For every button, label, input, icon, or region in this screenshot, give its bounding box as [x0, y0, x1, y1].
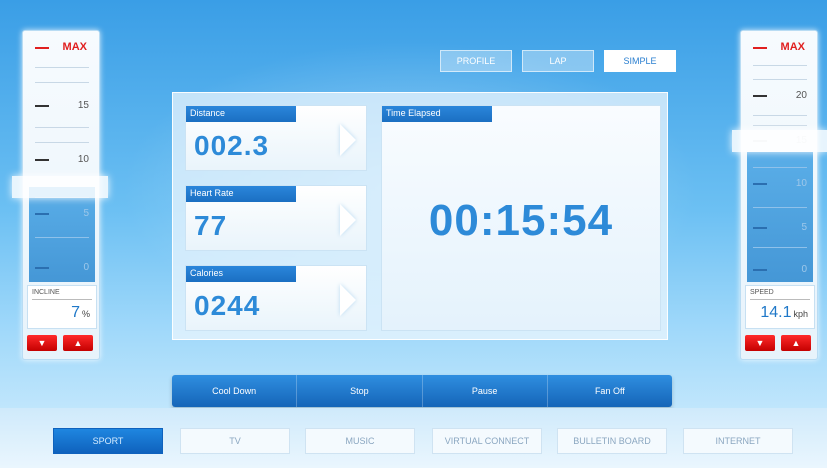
calories-value: 0244 — [194, 290, 261, 321]
speed-tick-label: 5 — [801, 222, 807, 233]
speed-tick-label: 20 — [795, 90, 807, 101]
speed-slider-handle[interactable] — [732, 130, 827, 152]
incline-unit: % — [81, 309, 90, 319]
incline-tick-label: 10 — [77, 154, 89, 165]
speed-readout: SPEED 14.1 kph — [745, 285, 815, 329]
speed-up-button[interactable]: ▲ — [781, 335, 811, 351]
nav-sport[interactable]: SPORT — [53, 428, 163, 454]
calories-card[interactable]: Calories 0244 — [185, 265, 367, 331]
tab-lap[interactable]: LAP — [522, 50, 594, 72]
speed-value: 14.1 kph — [760, 304, 808, 321]
incline-readout: INCLINE 7% — [27, 285, 97, 329]
incline-up-button[interactable]: ▲ — [63, 335, 93, 351]
heart-rate-value: 77 — [194, 210, 228, 241]
chevron-right-icon — [340, 124, 356, 156]
speed-max-label: MAX — [780, 41, 805, 53]
incline-tick-10 — [35, 159, 49, 161]
pause-button[interactable]: Pause — [423, 375, 548, 407]
arrow-up-icon: ▲ — [791, 337, 801, 348]
workout-stats-panel: Distance 002.3 Heart Rate 77 Calories 02… — [172, 92, 668, 340]
nav-music[interactable]: MUSIC — [305, 428, 415, 454]
speed-scale[interactable]: MAX 20 15 10 5 0 — [747, 37, 813, 282]
arrow-down-icon: ▼ — [37, 337, 47, 348]
speed-fill — [747, 152, 813, 282]
cool-down-button[interactable]: Cool Down — [172, 375, 298, 407]
stop-button[interactable]: Stop — [297, 375, 423, 407]
time-elapsed-label: Time Elapsed — [382, 106, 492, 122]
tab-simple[interactable]: SIMPLE — [604, 50, 676, 72]
chevron-right-icon — [340, 204, 356, 236]
incline-value: 7% — [71, 304, 90, 321]
speed-tick-label: 10 — [795, 178, 807, 189]
incline-tick-0 — [35, 267, 49, 269]
nav-tv[interactable]: TV — [180, 428, 290, 454]
bottom-nav: SPORT TV MUSIC VIRTUAL CONNECT BULLETIN … — [0, 408, 827, 468]
distance-value: 002.3 — [194, 130, 270, 161]
speed-gauge: MAX 20 15 10 5 0 SPEED 14.1kph ▼ ▲ — [740, 30, 818, 360]
time-elapsed-value: 00:15:54 — [428, 196, 614, 245]
incline-tick-label: 0 — [83, 262, 89, 273]
incline-tick-label: 5 — [83, 208, 89, 219]
speed-tick-0 — [753, 269, 767, 271]
incline-slider-handle[interactable] — [12, 176, 108, 198]
nav-internet[interactable]: INTERNET — [683, 428, 793, 454]
incline-down-button[interactable]: ▼ — [27, 335, 57, 351]
speed-max-marker — [753, 47, 767, 49]
fan-off-button[interactable]: Fan Off — [548, 375, 672, 407]
speed-unit: kph — [793, 309, 808, 319]
nav-bulletin-board[interactable]: BULLETIN BOARD — [557, 428, 667, 454]
nav-virtual-connect[interactable]: VIRTUAL CONNECT — [432, 428, 542, 454]
incline-max-label: MAX — [62, 41, 87, 53]
distance-label: Distance — [186, 106, 296, 122]
speed-tick-10 — [753, 183, 767, 185]
arrow-up-icon: ▲ — [73, 337, 83, 348]
arrow-down-icon: ▼ — [755, 337, 765, 348]
incline-tick-label: 15 — [77, 100, 89, 111]
heart-rate-card[interactable]: Heart Rate 77 — [185, 185, 367, 251]
incline-scale[interactable]: MAX 15 10 5 0 — [29, 37, 95, 282]
incline-readout-label: INCLINE — [32, 289, 60, 296]
incline-max-marker — [35, 47, 49, 49]
time-elapsed-panel: Time Elapsed 00:15:54 — [381, 105, 661, 331]
workout-control-bar: Cool Down Stop Pause Fan Off — [172, 375, 672, 407]
distance-card[interactable]: Distance 002.3 — [185, 105, 367, 171]
speed-tick-5 — [753, 227, 767, 229]
speed-readout-label: SPEED — [750, 289, 774, 296]
speed-tick-label: 0 — [801, 264, 807, 275]
heart-rate-label: Heart Rate — [186, 186, 296, 202]
incline-tick-5 — [35, 213, 49, 215]
speed-tick-20 — [753, 95, 767, 97]
tab-profile[interactable]: PROFILE — [440, 50, 512, 72]
chevron-right-icon — [340, 284, 356, 316]
speed-down-button[interactable]: ▼ — [745, 335, 775, 351]
incline-tick-15 — [35, 105, 49, 107]
calories-label: Calories — [186, 266, 296, 282]
view-mode-tabs: PROFILE LAP SIMPLE — [440, 50, 676, 72]
